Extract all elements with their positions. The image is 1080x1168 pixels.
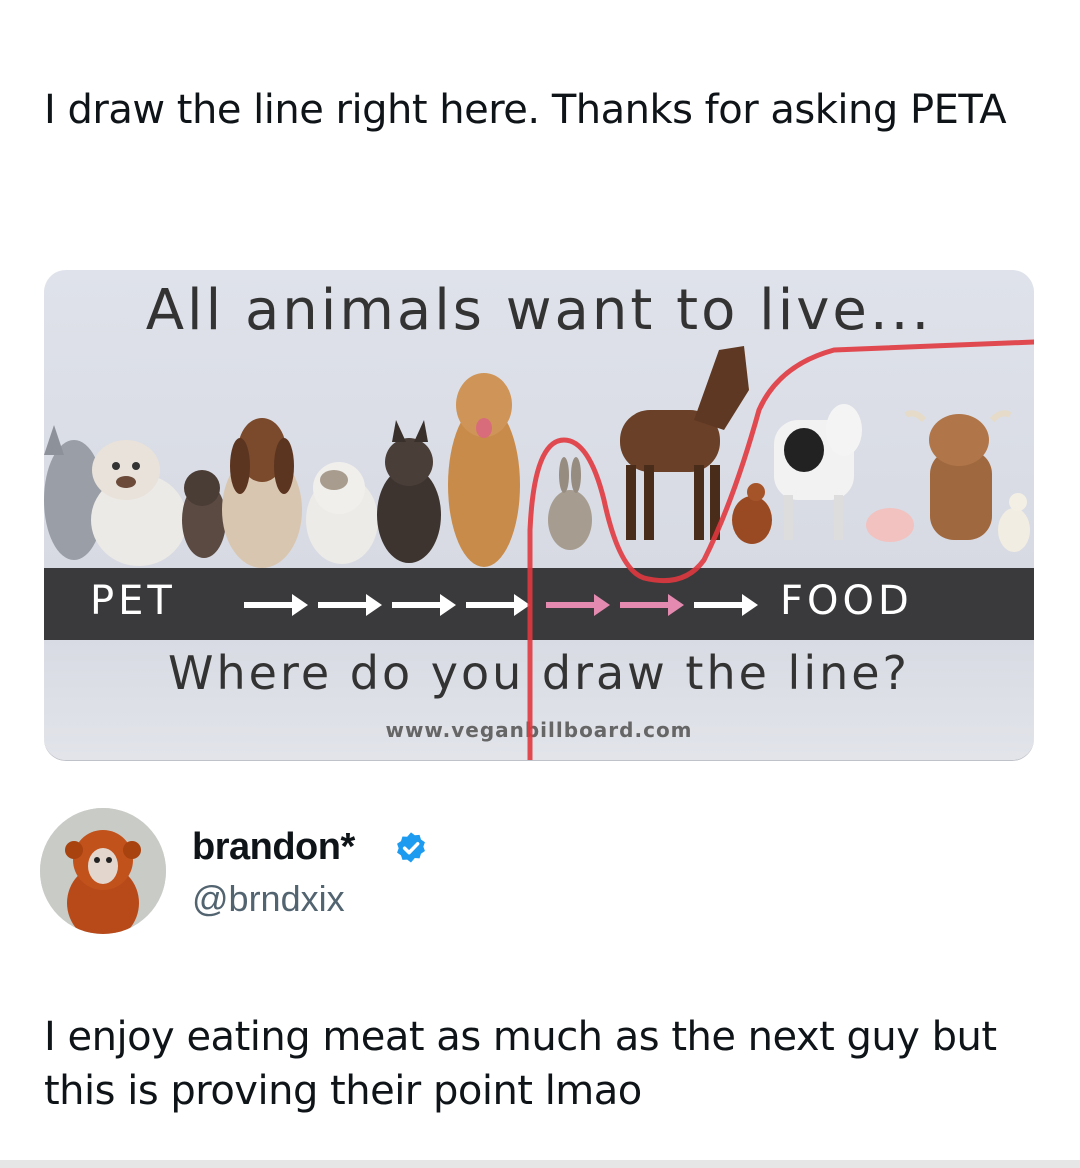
display-name[interactable]: brandon* — [192, 826, 355, 869]
divider — [0, 1160, 1080, 1168]
billboard-image[interactable]: All animals want to live... PET FOOD Whe… — [44, 270, 1034, 760]
user-handle[interactable]: @brndxix — [192, 878, 345, 920]
tweet-text: I enjoy eating meat as much as the next … — [44, 1014, 997, 1114]
post-caption: I draw the line right here. Thanks for a… — [44, 87, 1007, 133]
drawn-red-line — [527, 339, 1034, 760]
monkey-avatar-icon — [40, 808, 166, 934]
verified-badge-icon — [397, 832, 425, 863]
avatar[interactable] — [40, 808, 166, 934]
author-profile[interactable]: brandon* @brndxix — [40, 808, 640, 938]
